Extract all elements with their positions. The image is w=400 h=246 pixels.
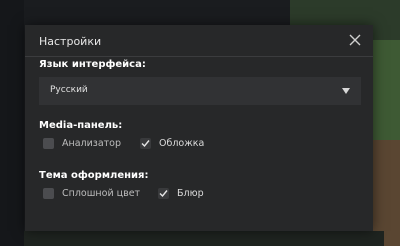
checkbox-box bbox=[43, 138, 54, 149]
bg-green-block-right bbox=[370, 40, 400, 140]
language-select[interactable]: Русский bbox=[39, 77, 361, 105]
checkbox-solid-color[interactable]: Сплошной цвет bbox=[43, 188, 140, 199]
checkbox-box-checked bbox=[140, 138, 151, 149]
close-button[interactable] bbox=[348, 32, 362, 46]
checkbox-analyzer-label: Анализатор bbox=[62, 138, 122, 149]
checkbox-box-checked bbox=[158, 188, 169, 199]
media-panel-label: Media-панель: bbox=[39, 120, 123, 131]
settings-dialog: Настройки Язык интерфейса: Русский Media… bbox=[25, 25, 373, 231]
bg-left-panel bbox=[0, 0, 24, 246]
bg-bottom-strip bbox=[24, 231, 384, 246]
header-divider bbox=[25, 56, 373, 57]
checkbox-box bbox=[43, 188, 54, 199]
checkmark-icon bbox=[141, 140, 150, 148]
checkmark-icon bbox=[159, 190, 168, 198]
checkbox-analyzer[interactable]: Анализатор bbox=[43, 138, 121, 149]
dropdown-arrow-icon bbox=[342, 88, 350, 94]
checkbox-cover[interactable]: Обложка bbox=[140, 138, 204, 149]
language-label: Язык интерфейса: bbox=[39, 59, 146, 70]
theme-label: Тема оформления: bbox=[39, 170, 149, 181]
dialog-title: Настройки bbox=[39, 35, 102, 48]
checkbox-blur-label: Блюр bbox=[177, 188, 204, 199]
language-select-value: Русский bbox=[50, 85, 88, 95]
close-icon bbox=[349, 34, 361, 46]
checkbox-solid-color-label: Сплошной цвет bbox=[62, 188, 141, 199]
checkbox-blur[interactable]: Блюр bbox=[158, 188, 204, 199]
checkbox-cover-label: Обложка bbox=[159, 138, 205, 149]
